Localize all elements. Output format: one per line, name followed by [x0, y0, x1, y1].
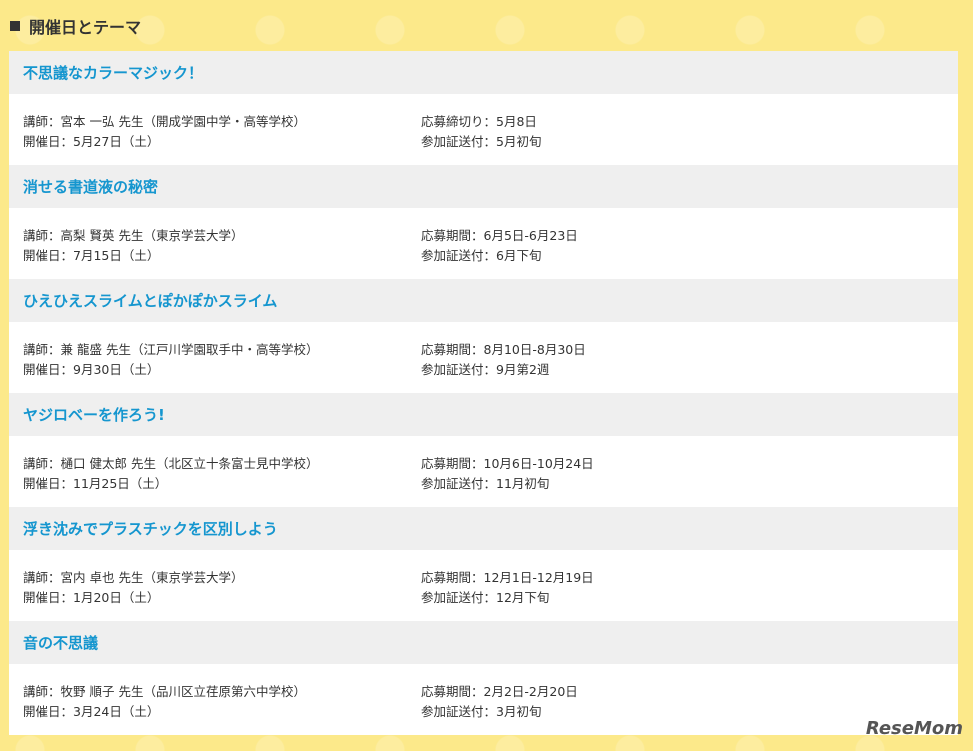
- event-title: 音の不思議: [9, 621, 958, 664]
- event-date: 開催日：1月20日（土）: [23, 590, 160, 605]
- event-date: 開催日：5月27日（土）: [23, 134, 160, 149]
- event-title: 消せる書道液の秘密: [9, 165, 958, 208]
- event-date: 開催日：11月25日（土）: [23, 476, 168, 491]
- event-item: 音の不思議 講師：牧野 順子 先生（品川区立荏原第六中学校） 開催日：3月24日…: [9, 621, 958, 735]
- event-details: 講師：牧野 順子 先生（品川区立荏原第六中学校） 開催日：3月24日（土） 応募…: [9, 664, 958, 735]
- section-header: 開催日とテーマ: [10, 14, 141, 38]
- event-item: ひえひえスライムとぽかぽかスライム 講師：兼 龍盛 先生（江戸川学園取手中・高等…: [9, 279, 958, 393]
- event-pass-sending: 参加証送付：6月下旬: [421, 248, 542, 263]
- event-instructor: 講師：樋口 健太郎 先生（北区立十条富士見中学校）: [23, 456, 319, 471]
- event-details: 講師：樋口 健太郎 先生（北区立十条富士見中学校） 開催日：11月25日（土） …: [9, 436, 958, 507]
- event-details: 講師：高梨 賢英 先生（東京学芸大学） 開催日：7月15日（土） 応募期間：6月…: [9, 208, 958, 279]
- event-instructor: 講師：高梨 賢英 先生（東京学芸大学）: [23, 228, 244, 243]
- event-application: 応募期間：6月5日-6月23日: [421, 228, 578, 243]
- resemom-logo: ReseMom: [865, 718, 963, 739]
- event-instructor: 講師：宮本 一弘 先生（開成学園中学・高等学校）: [23, 114, 306, 129]
- event-application: 応募期間：2月2日-2月20日: [421, 684, 578, 699]
- event-pass-sending: 参加証送付：9月第2週: [421, 362, 550, 377]
- event-date: 開催日：7月15日（土）: [23, 248, 160, 263]
- event-item: ヤジロベーを作ろう! 講師：樋口 健太郎 先生（北区立十条富士見中学校） 開催日…: [9, 393, 958, 507]
- event-details: 講師：兼 龍盛 先生（江戸川学園取手中・高等学校） 開催日：9月30日（土） 応…: [9, 322, 958, 393]
- event-instructor: 講師：兼 龍盛 先生（江戸川学園取手中・高等学校）: [23, 342, 319, 357]
- event-instructor: 講師：宮内 卓也 先生（東京学芸大学）: [23, 570, 244, 585]
- event-title: 浮き沈みでプラスチックを区別しよう: [9, 507, 958, 550]
- event-pass-sending: 参加証送付：3月初旬: [421, 704, 542, 719]
- event-pass-sending: 参加証送付：12月下旬: [421, 590, 550, 605]
- event-pass-sending: 参加証送付：5月初旬: [421, 134, 542, 149]
- event-title: ひえひえスライムとぽかぽかスライム: [9, 279, 958, 322]
- event-application: 応募期間：12月1日-12月19日: [421, 570, 594, 585]
- event-date: 開催日：3月24日（土）: [23, 704, 160, 719]
- square-bullet-icon: [10, 21, 20, 31]
- section-title: 開催日とテーマ: [29, 18, 142, 37]
- event-application: 応募期間：8月10日-8月30日: [421, 342, 586, 357]
- event-item: 浮き沈みでプラスチックを区別しよう 講師：宮内 卓也 先生（東京学芸大学） 開催…: [9, 507, 958, 621]
- event-instructor: 講師：牧野 順子 先生（品川区立荏原第六中学校）: [23, 684, 306, 699]
- event-list: 不思議なカラーマジック！ 講師：宮本 一弘 先生（開成学園中学・高等学校） 開催…: [9, 51, 958, 735]
- event-application: 応募締切り：5月8日: [421, 114, 537, 129]
- event-details: 講師：宮本 一弘 先生（開成学園中学・高等学校） 開催日：5月27日（土） 応募…: [9, 94, 958, 165]
- event-pass-sending: 参加証送付：11月初旬: [421, 476, 550, 491]
- event-item: 消せる書道液の秘密 講師：高梨 賢英 先生（東京学芸大学） 開催日：7月15日（…: [9, 165, 958, 279]
- event-item: 不思議なカラーマジック！ 講師：宮本 一弘 先生（開成学園中学・高等学校） 開催…: [9, 51, 958, 165]
- event-application: 応募期間：10月6日-10月24日: [421, 456, 594, 471]
- event-title: 不思議なカラーマジック！: [9, 51, 958, 94]
- event-title: ヤジロベーを作ろう!: [9, 393, 958, 436]
- event-date: 開催日：9月30日（土）: [23, 362, 160, 377]
- event-details: 講師：宮内 卓也 先生（東京学芸大学） 開催日：1月20日（土） 応募期間：12…: [9, 550, 958, 621]
